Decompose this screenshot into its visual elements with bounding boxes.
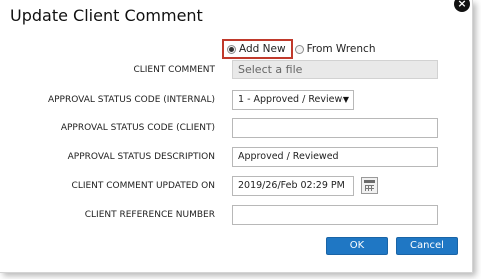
approval-status-description-input[interactable]: Approved / Reviewed bbox=[232, 147, 438, 167]
comment-updated-on-input[interactable]: 2019/26/Feb 02:29 PM bbox=[232, 176, 354, 196]
approval-status-internal-value: 1 - Approved / Reviewed bbox=[238, 94, 343, 105]
radio-from-wrench-label: From Wrench bbox=[306, 43, 376, 55]
dialog-title: Update Client Comment bbox=[10, 6, 203, 25]
ok-button[interactable]: OK bbox=[326, 237, 388, 255]
radio-checked-icon[interactable] bbox=[227, 44, 236, 54]
client-reference-number-label: CLIENT REFERENCE NUMBER bbox=[84, 210, 215, 220]
comment-updated-on-label: CLIENT COMMENT UPDATED ON bbox=[71, 181, 215, 191]
cancel-button[interactable]: Cancel bbox=[396, 237, 458, 255]
approval-status-client-label: APPROVAL STATUS CODE (CLIENT) bbox=[60, 123, 215, 133]
comment-source-radio-group: Add New From Wrench bbox=[222, 39, 376, 59]
client-reference-number-input[interactable] bbox=[232, 205, 438, 225]
update-client-comment-dialog: Update Client Comment Add New From Wrenc… bbox=[0, 0, 473, 273]
approval-status-description-label: APPROVAL STATUS DESCRIPTION bbox=[67, 152, 215, 162]
client-comment-file-input[interactable]: Select a file bbox=[232, 60, 438, 79]
approval-status-internal-select[interactable]: 1 - Approved / Reviewed ▼ bbox=[232, 90, 354, 110]
radio-unchecked-icon[interactable] bbox=[294, 44, 304, 54]
approval-status-internal-label: APPROVAL STATUS CODE (INTERNAL) bbox=[47, 95, 215, 105]
approval-status-client-input[interactable] bbox=[232, 118, 438, 138]
radio-add-new-label: Add New bbox=[239, 43, 286, 55]
radio-add-new[interactable]: Add New bbox=[222, 39, 293, 59]
dropdown-arrow-icon: ▼ bbox=[342, 95, 349, 104]
calendar-icon[interactable] bbox=[361, 177, 378, 194]
client-comment-label: CLIENT COMMENT bbox=[133, 65, 215, 75]
radio-from-wrench[interactable]: From Wrench bbox=[294, 43, 376, 55]
